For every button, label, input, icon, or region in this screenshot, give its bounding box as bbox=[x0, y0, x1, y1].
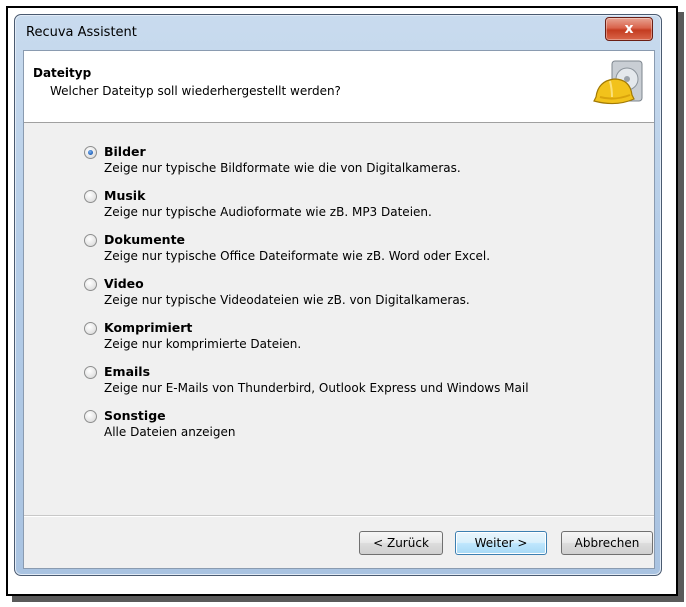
option-description: Alle Dateien anzeigen bbox=[104, 425, 236, 439]
option-label: Komprimiert bbox=[104, 320, 193, 335]
recuva-wizard-window: Recuva Assistent x Dateityp Welcher Date… bbox=[14, 14, 662, 576]
file-type-options: Bilder Zeige nur typische Bildformate wi… bbox=[84, 144, 644, 452]
recuva-hardhat-disk-icon bbox=[593, 60, 643, 105]
option-description: Zeige nur typische Audioformate wie zB. … bbox=[104, 205, 432, 219]
page-subtitle: Welcher Dateityp soll wiederhergestellt … bbox=[50, 84, 341, 98]
wizard-header: Dateityp Welcher Dateityp soll wiederher… bbox=[24, 51, 654, 123]
radio-video[interactable] bbox=[84, 278, 97, 291]
option-label: Video bbox=[104, 276, 144, 291]
next-button[interactable]: Weiter > bbox=[455, 531, 547, 555]
option-label: Bilder bbox=[104, 144, 146, 159]
footer-divider bbox=[24, 515, 654, 516]
page-title: Dateityp bbox=[33, 66, 92, 80]
cancel-button[interactable]: Abbrechen bbox=[561, 531, 653, 555]
option-sonstige[interactable]: Sonstige Alle Dateien anzeigen bbox=[84, 408, 644, 452]
option-description: Zeige nur typische Office Dateiformate w… bbox=[104, 249, 491, 263]
option-musik[interactable]: Musik Zeige nur typische Audioformate wi… bbox=[84, 188, 644, 232]
option-dokumente[interactable]: Dokumente Zeige nur typische Office Date… bbox=[84, 232, 644, 276]
option-label: Dokumente bbox=[104, 232, 186, 247]
radio-emails[interactable] bbox=[84, 366, 97, 379]
option-description: Zeige nur komprimierte Dateien. bbox=[104, 337, 302, 351]
option-description: Zeige nur typische Videodateien wie zB. … bbox=[104, 293, 470, 307]
radio-bilder[interactable] bbox=[84, 146, 97, 159]
option-label: Emails bbox=[104, 364, 151, 379]
option-komprimiert[interactable]: Komprimiert Zeige nur komprimierte Datei… bbox=[84, 320, 644, 364]
radio-komprimiert[interactable] bbox=[84, 322, 97, 335]
option-label: Musik bbox=[104, 188, 146, 203]
back-button[interactable]: < Zurück bbox=[359, 531, 443, 555]
radio-dokumente[interactable] bbox=[84, 234, 97, 247]
option-label: Sonstige bbox=[104, 408, 166, 423]
window-title: Recuva Assistent bbox=[26, 25, 137, 40]
radio-musik[interactable] bbox=[84, 190, 97, 203]
close-button[interactable]: x bbox=[605, 17, 653, 41]
wizard-client-area: Dateityp Welcher Dateityp soll wiederher… bbox=[23, 50, 655, 569]
option-video[interactable]: Video Zeige nur typische Videodateien wi… bbox=[84, 276, 644, 320]
title-bar[interactable]: Recuva Assistent x bbox=[15, 15, 661, 51]
option-description: Zeige nur E-Mails von Thunderbird, Outlo… bbox=[104, 381, 529, 395]
option-emails[interactable]: Emails Zeige nur E-Mails von Thunderbird… bbox=[84, 364, 644, 408]
radio-sonstige[interactable] bbox=[84, 410, 97, 423]
option-bilder[interactable]: Bilder Zeige nur typische Bildformate wi… bbox=[84, 144, 644, 188]
option-description: Zeige nur typische Bildformate wie die v… bbox=[104, 161, 461, 175]
close-icon: x bbox=[624, 21, 634, 37]
